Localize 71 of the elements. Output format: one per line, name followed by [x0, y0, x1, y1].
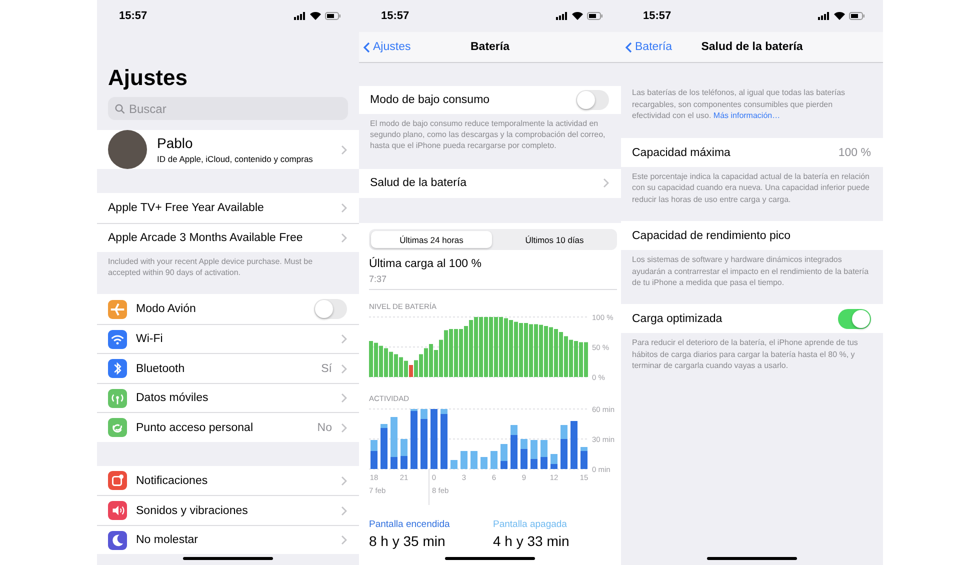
chevron-icon [341, 232, 347, 243]
settings-row[interactable]: Capacidad de rendimiento pico [621, 220, 883, 250]
nav-title: Salud de la batería [701, 41, 803, 53]
last-charge-time: 7:37 [369, 274, 388, 284]
battery-icon [587, 12, 603, 20]
legend-label: Pantalla encendida [369, 519, 451, 530]
chevron-icon [341, 506, 347, 516]
nav-title: Batería [470, 41, 510, 53]
wifi-icon [310, 12, 321, 20]
group-footer: Included with your recent Apple device purchase. Must be accepted within 90 days of activation. [97, 252, 359, 278]
legend-label: Pantalla apagada [493, 519, 568, 530]
settings-row[interactable]: Datos móviles [97, 382, 359, 412]
signal-icon [556, 12, 568, 20]
profile-name: Pablo [157, 135, 194, 151]
segment-tab[interactable]: Últimas 24 horas [371, 231, 492, 248]
activity-bar [460, 451, 468, 470]
back-button[interactable]: Ajustes [363, 41, 411, 53]
wifi-icon [572, 12, 583, 20]
activity-bar [480, 457, 488, 470]
row-value: No [317, 422, 332, 434]
settings-row[interactable]: Salud de la batería [359, 168, 621, 198]
page-title: Ajustes [108, 65, 188, 91]
signal-icon [294, 12, 306, 20]
more-info-link[interactable]: Más información… [713, 111, 780, 120]
settings-row[interactable]: Wi-Fi [97, 324, 359, 354]
segment-tab[interactable]: Últimos 10 días [494, 231, 615, 248]
status-time: 15:57 [381, 10, 410, 22]
chevron-icon [341, 334, 347, 344]
activity-bar [430, 409, 438, 470]
activity-bar [450, 460, 458, 470]
profile-row[interactable]: Pablo ID de Apple, iCloud, contenido y compras [97, 130, 359, 169]
row-value: 100 % [838, 146, 871, 159]
toggle-switch[interactable] [314, 299, 347, 320]
back-chevron-icon [363, 42, 370, 52]
screen-time-total: 8 h y 35 min [369, 533, 446, 550]
toggle-switch[interactable] [576, 90, 609, 110]
group-footer: El modo de bajo consumo reduce temporalmente la actividad en segundo plano, como las descargas y la comprobación del correo, hasta que el iPhone pueda recargarse por completo. [359, 114, 621, 152]
chevron-icon [341, 422, 347, 433]
row-value: Sí [321, 362, 332, 375]
activity-bar [570, 421, 578, 470]
back-button[interactable]: Batería [625, 41, 672, 53]
toggle-switch[interactable] [838, 308, 871, 329]
chevron-icon [341, 364, 347, 374]
profile-subtitle: ID de Apple, iCloud, contenido y compras [157, 154, 314, 164]
chevron-icon [341, 202, 347, 213]
screen-time-total: 4 h y 33 min [493, 533, 570, 550]
avatar-placeholder [108, 130, 147, 169]
last-charge-title: Última carga al 100 % [369, 258, 482, 270]
group-footer: Para reducir el deterioro de la batería, el iPhone aprende de tus hábitos de carga diarios para cargar la batería hasta el 80 %, y terminar de cargarla cuando vayas a usarlo. [621, 333, 883, 371]
settings-row[interactable]: Capacidad máxima 100 % [621, 138, 883, 168]
settings-row[interactable]: Carga optimizada [621, 304, 883, 334]
battery-icon [325, 12, 341, 20]
wifi-icon [834, 12, 845, 20]
signal-icon [818, 12, 830, 20]
activity-bar [470, 451, 478, 470]
status-time: 15:57 [119, 10, 148, 22]
settings-row[interactable]: Modo de bajo consumo [359, 86, 621, 114]
chevron-icon [603, 178, 609, 188]
chevron-icon [341, 393, 347, 404]
group-footer: Este porcentaje indica la capacidad actual de la batería en relación con su capacidad cuando era nueva. Una capacidad inferior puede reducir las horas de uso entre carga y carga. [621, 167, 883, 205]
search-field[interactable]: Buscar [108, 97, 348, 120]
back-chevron-icon [625, 42, 632, 52]
battery-icon [849, 12, 865, 20]
chevron-icon [341, 144, 347, 154]
activity-bar [490, 451, 498, 470]
chevron-icon [341, 535, 347, 546]
chevron-icon [341, 476, 347, 486]
group-footer: Los sistemas de software y hardware dinámicos integrados ayudarán a contrarrestar el impacto en el rendimiento de la batería de tu iPhone a medida que pasa el tiempo. [621, 250, 883, 288]
status-time: 15:57 [643, 10, 672, 22]
search-icon [115, 104, 125, 114]
intro-text: Las baterías de los teléfonos, al igual que todas las baterías recargables, son componentes consumibles que pierden efectividad con el uso. Más información… [631, 87, 846, 122]
